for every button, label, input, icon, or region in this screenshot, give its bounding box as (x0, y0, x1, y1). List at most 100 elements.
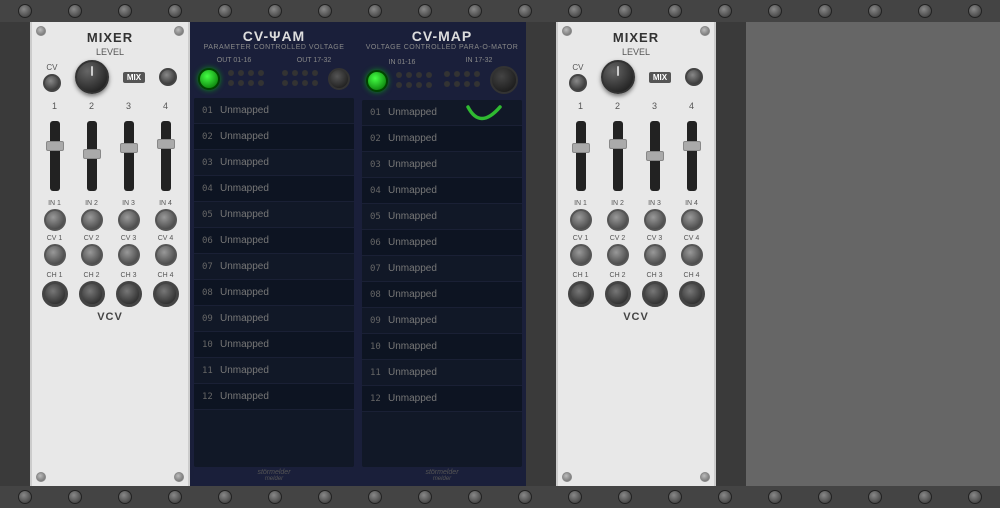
right-fader-2[interactable] (613, 121, 623, 191)
cv-map-item-label: Unmapped (388, 393, 437, 404)
cv-pam-list-item[interactable]: 11 Unmapped (194, 358, 354, 384)
cv-pam-list-item[interactable]: 02 Unmapped (194, 124, 354, 150)
cv-pam-list-item[interactable]: 04 Unmapped (194, 176, 354, 202)
left-cv3-port[interactable] (118, 244, 140, 266)
left-fader-2[interactable] (87, 121, 97, 191)
cv-pam-list-item[interactable]: 10 Unmapped (194, 332, 354, 358)
left-ch-row: CH 1 CH 2 CH 3 CH 4 (36, 272, 184, 307)
right-cv4-port[interactable] (681, 244, 703, 266)
left-cv1-port[interactable] (44, 244, 66, 266)
right-ch4-label: CH 4 (684, 272, 700, 279)
cv-pam-list-item[interactable]: 12 Unmapped (194, 384, 354, 410)
cv-pam-list-item[interactable]: 06 Unmapped (194, 228, 354, 254)
left-in3-label: IN 3 (122, 200, 135, 207)
cv-pam-list-item[interactable]: 09 Unmapped (194, 306, 354, 332)
right-cv3-port[interactable] (644, 244, 666, 266)
cv-map-list-item[interactable]: 10 Unmapped (362, 334, 522, 360)
cv-map-dots2 (440, 67, 486, 93)
rail-screw (518, 490, 532, 504)
cv-pam-list-item[interactable]: 03 Unmapped (194, 150, 354, 176)
cv-map-in-green-port[interactable] (366, 70, 388, 92)
cv-map-list-item[interactable]: 02 Unmapped (362, 126, 522, 152)
cv-pam-out-dark-port[interactable] (328, 68, 350, 90)
cv-map-list: 01 Unmapped 02 Unmapped 03 Unmapped 04 U… (362, 100, 522, 467)
cv-pam-out-01-16-label: OUT 01-16 (217, 57, 252, 64)
left-ch4-port[interactable] (153, 281, 179, 307)
cv-pam-footer: störmelder melder (257, 469, 290, 482)
left-in4-port[interactable] (155, 209, 177, 231)
cv-map-dots (392, 68, 438, 94)
cv-map-item-label: Unmapped (388, 107, 437, 118)
right-ch2-port[interactable] (605, 281, 631, 307)
right-cv1-label: CV 1 (573, 235, 589, 242)
right-level-knob[interactable] (601, 60, 635, 94)
rail-screw (318, 490, 332, 504)
cv-map-list-item[interactable]: 03 Unmapped (362, 152, 522, 178)
cv-map-list-item[interactable]: 07 Unmapped (362, 256, 522, 282)
cv-pam-item-label: Unmapped (220, 313, 269, 324)
cv-map-list-item[interactable]: 05 Unmapped (362, 204, 522, 230)
left-cv-port[interactable] (43, 74, 61, 92)
cv-pam-list-item[interactable]: 08 Unmapped (194, 280, 354, 306)
left-cv-inputs-row: CV 1 CV 2 CV 3 CV 4 (36, 235, 184, 266)
cv-map-list-item[interactable]: 09 Unmapped (362, 308, 522, 334)
right-in3-port[interactable] (644, 209, 666, 231)
cv-map-list-item[interactable]: 01 Unmapped (362, 100, 522, 126)
right-in2-port[interactable] (607, 209, 629, 231)
right-ch4-port[interactable] (679, 281, 705, 307)
right-fader-4[interactable] (687, 121, 697, 191)
left-in1-port[interactable] (44, 209, 66, 231)
left-fader-3[interactable] (124, 121, 134, 191)
rail-screw (468, 4, 482, 18)
right-mix-port[interactable] (685, 68, 703, 86)
left-in3-port[interactable] (118, 209, 140, 231)
left-ch2-port[interactable] (79, 281, 105, 307)
left-brand-label: VCV (97, 311, 123, 323)
corner-screw (562, 26, 572, 36)
right-cv-port[interactable] (569, 74, 587, 92)
right-in4-port[interactable] (681, 209, 703, 231)
rail-screw (768, 4, 782, 18)
cv-map-item-num: 11 (370, 368, 388, 378)
cv-pam-list-item[interactable]: 05 Unmapped (194, 202, 354, 228)
left-cv4-port[interactable] (155, 244, 177, 266)
left-in2-port[interactable] (81, 209, 103, 231)
cv-pam-list-item[interactable]: 07 Unmapped (194, 254, 354, 280)
right-in1-port[interactable] (570, 209, 592, 231)
cv-pam-list-item[interactable]: 01 Unmapped (194, 98, 354, 124)
cv-map-list-item[interactable]: 04 Unmapped (362, 178, 522, 204)
rail-screw (568, 490, 582, 504)
right-ch1-port[interactable] (568, 281, 594, 307)
cv-pam-item-label: Unmapped (220, 235, 269, 246)
cv-map-list-item[interactable]: 08 Unmapped (362, 282, 522, 308)
left-fader-1[interactable] (50, 121, 60, 191)
rail-screw (718, 490, 732, 504)
cv-pam-item-label: Unmapped (220, 209, 269, 220)
cv-pam-item-label: Unmapped (220, 261, 269, 272)
left-level-knob[interactable] (75, 60, 109, 94)
rail-screw (968, 490, 982, 504)
cv-map-in-dark-port[interactable] (490, 66, 518, 94)
right-cv2-port[interactable] (607, 244, 629, 266)
right-fader-3[interactable] (650, 121, 660, 191)
left-cv1-label: CV 1 (47, 235, 63, 242)
cv-map-item-label: Unmapped (388, 341, 437, 352)
cv-map-list-item[interactable]: 06 Unmapped (362, 230, 522, 256)
corner-screw (36, 26, 46, 36)
left-fader-4[interactable] (161, 121, 171, 191)
left-ch3-port[interactable] (116, 281, 142, 307)
cv-pam-item-num: 11 (202, 366, 220, 376)
cv-pam-out-01-16-group: OUT 01-16 (198, 57, 270, 92)
cv-pam-out-green-port[interactable] (198, 68, 220, 90)
rail-screw (818, 4, 832, 18)
left-cv2-port[interactable] (81, 244, 103, 266)
cv-map-list-item[interactable]: 12 Unmapped (362, 386, 522, 412)
cv-map-list-item[interactable]: 11 Unmapped (362, 360, 522, 386)
left-ch1-port[interactable] (42, 281, 68, 307)
right-fader-1[interactable] (576, 121, 586, 191)
right-cv1-port[interactable] (570, 244, 592, 266)
right-ch3: 3 (641, 101, 669, 111)
cv-map-title: CV-MAP (412, 28, 472, 44)
right-ch3-port[interactable] (642, 281, 668, 307)
left-mix-port[interactable] (159, 68, 177, 86)
